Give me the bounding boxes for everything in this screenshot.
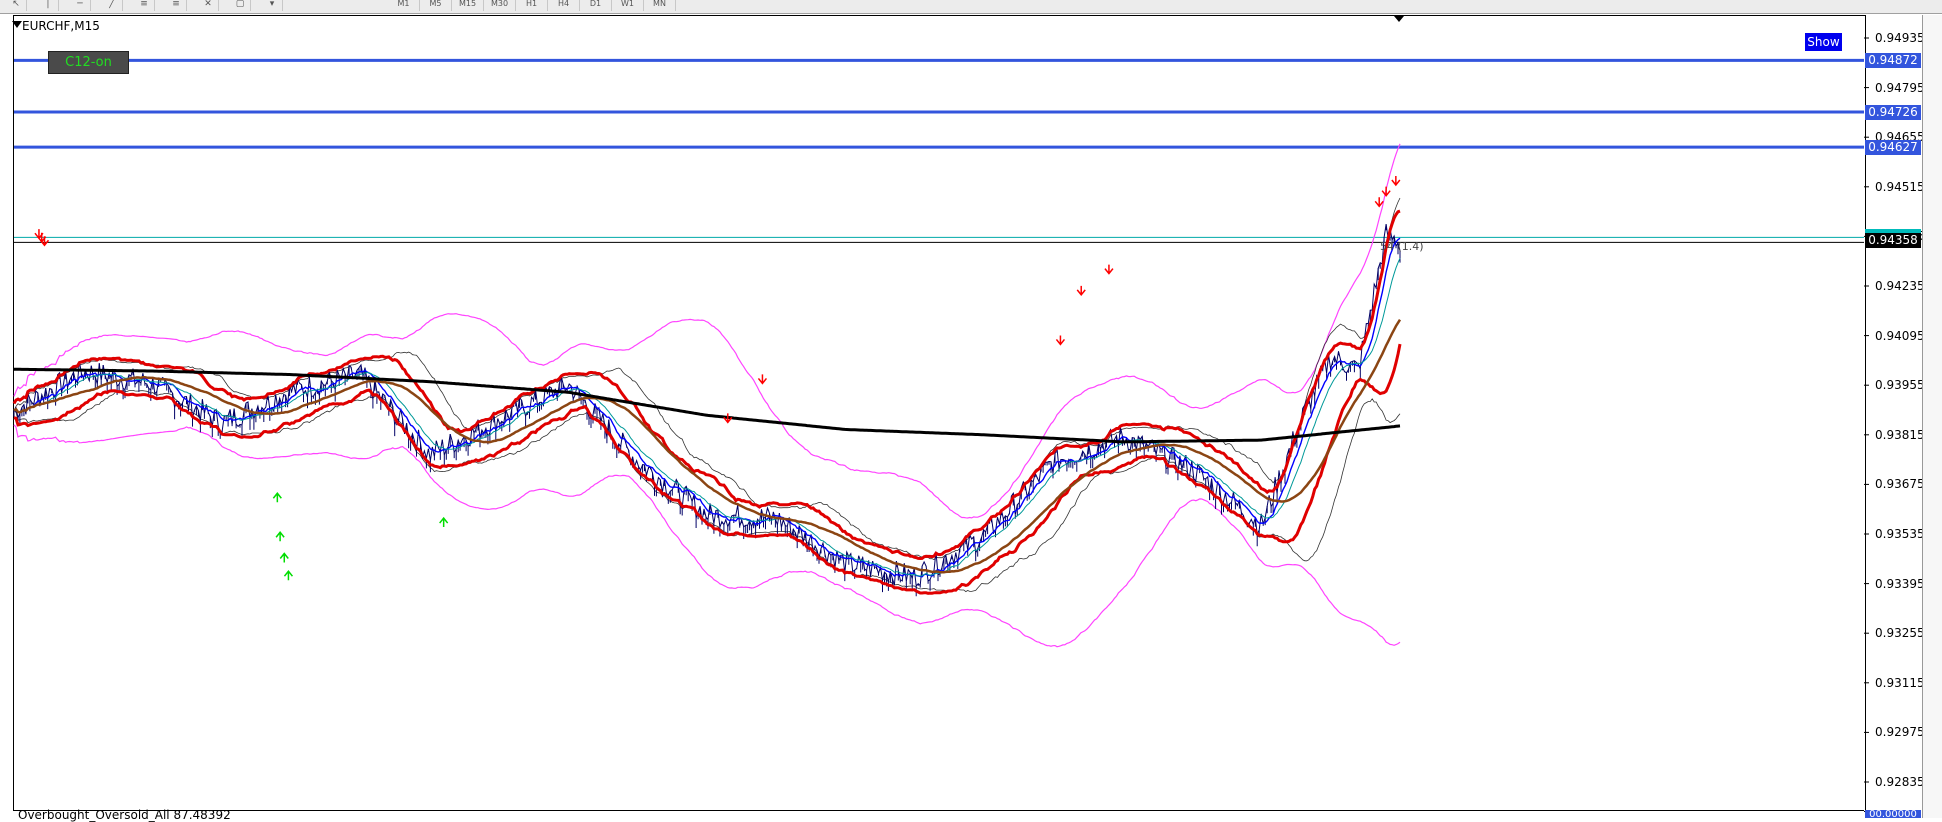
outer-band-lower [13, 424, 1401, 648]
price-axis: 0.949350.947950.946550.945150.943750.942… [1865, 15, 1925, 810]
sell-signal-arrow [1374, 197, 1384, 208]
price-tick-label: 0.93675 [1875, 477, 1925, 492]
current-price-label: 0.94358 [1865, 233, 1921, 248]
buy-signal-arrow [275, 531, 285, 542]
price-tick-label: 0.94515 [1875, 179, 1925, 194]
sell-signal-arrow [1104, 264, 1114, 275]
price-tick-label: 0.93115 [1875, 675, 1925, 690]
price-tick-label: 0.93535 [1875, 527, 1925, 541]
bollinger-upper [13, 197, 1401, 561]
price-tick-label: 0.92975 [1875, 725, 1925, 740]
level-label: 0.94726 [1865, 105, 1921, 121]
side-panel-edge [1922, 15, 1942, 818]
price-bars [13, 224, 1401, 597]
price-tick-label: 0.94235 [1875, 279, 1925, 293]
price-tick-label: 0.93255 [1875, 626, 1925, 641]
level-label: 0.94627 [1865, 140, 1921, 156]
buy-signal-arrow [439, 516, 449, 528]
sell-signal-arrow [1055, 335, 1066, 346]
sell-signal-arrow [1391, 176, 1401, 187]
time-marker-icon [1394, 16, 1404, 22]
medium-ma-line [13, 257, 1401, 577]
c12-toggle-button[interactable]: C12-on [48, 51, 129, 74]
price-tick-label: 0.93815 [1875, 427, 1925, 442]
price-tick-label: 0.94795 [1875, 80, 1925, 95]
chart-canvas [12, 16, 1869, 783]
bollinger-lower [13, 390, 1401, 593]
price-tick-label: 0.93955 [1875, 378, 1925, 393]
price-tick-label: 0.94095 [1875, 328, 1925, 343]
price-line [13, 224, 1401, 587]
price-tick-label: 0.94935 [1875, 31, 1925, 45]
sell-signal-arrow [1381, 186, 1391, 197]
indicator-title: Overbought_Oversold_All 87.48392 [18, 808, 231, 822]
price-tick-label: 0.92835 [1875, 775, 1925, 789]
red-band-lower [13, 343, 1402, 595]
sell-signal-arrow [1076, 285, 1086, 297]
red-band-upper [12, 209, 1401, 561]
buy-signal-arrow [272, 492, 282, 503]
show-button[interactable]: Show [1804, 32, 1843, 52]
buy-signal-arrow [279, 552, 289, 563]
level-label: 0.94872 [1865, 53, 1921, 69]
sell-signal-arrow [757, 374, 768, 385]
buy-signal-arrow [283, 569, 294, 581]
collapse-icon[interactable] [12, 21, 22, 28]
price-annotation: 54 (1.4) [1380, 240, 1424, 253]
symbol-title: EURCHF,M15 [22, 19, 100, 33]
sell-signal-arrow [723, 413, 733, 424]
indicator-value-label: 00.00000 [1865, 810, 1921, 818]
price-tick-label: 0.93395 [1875, 576, 1925, 591]
